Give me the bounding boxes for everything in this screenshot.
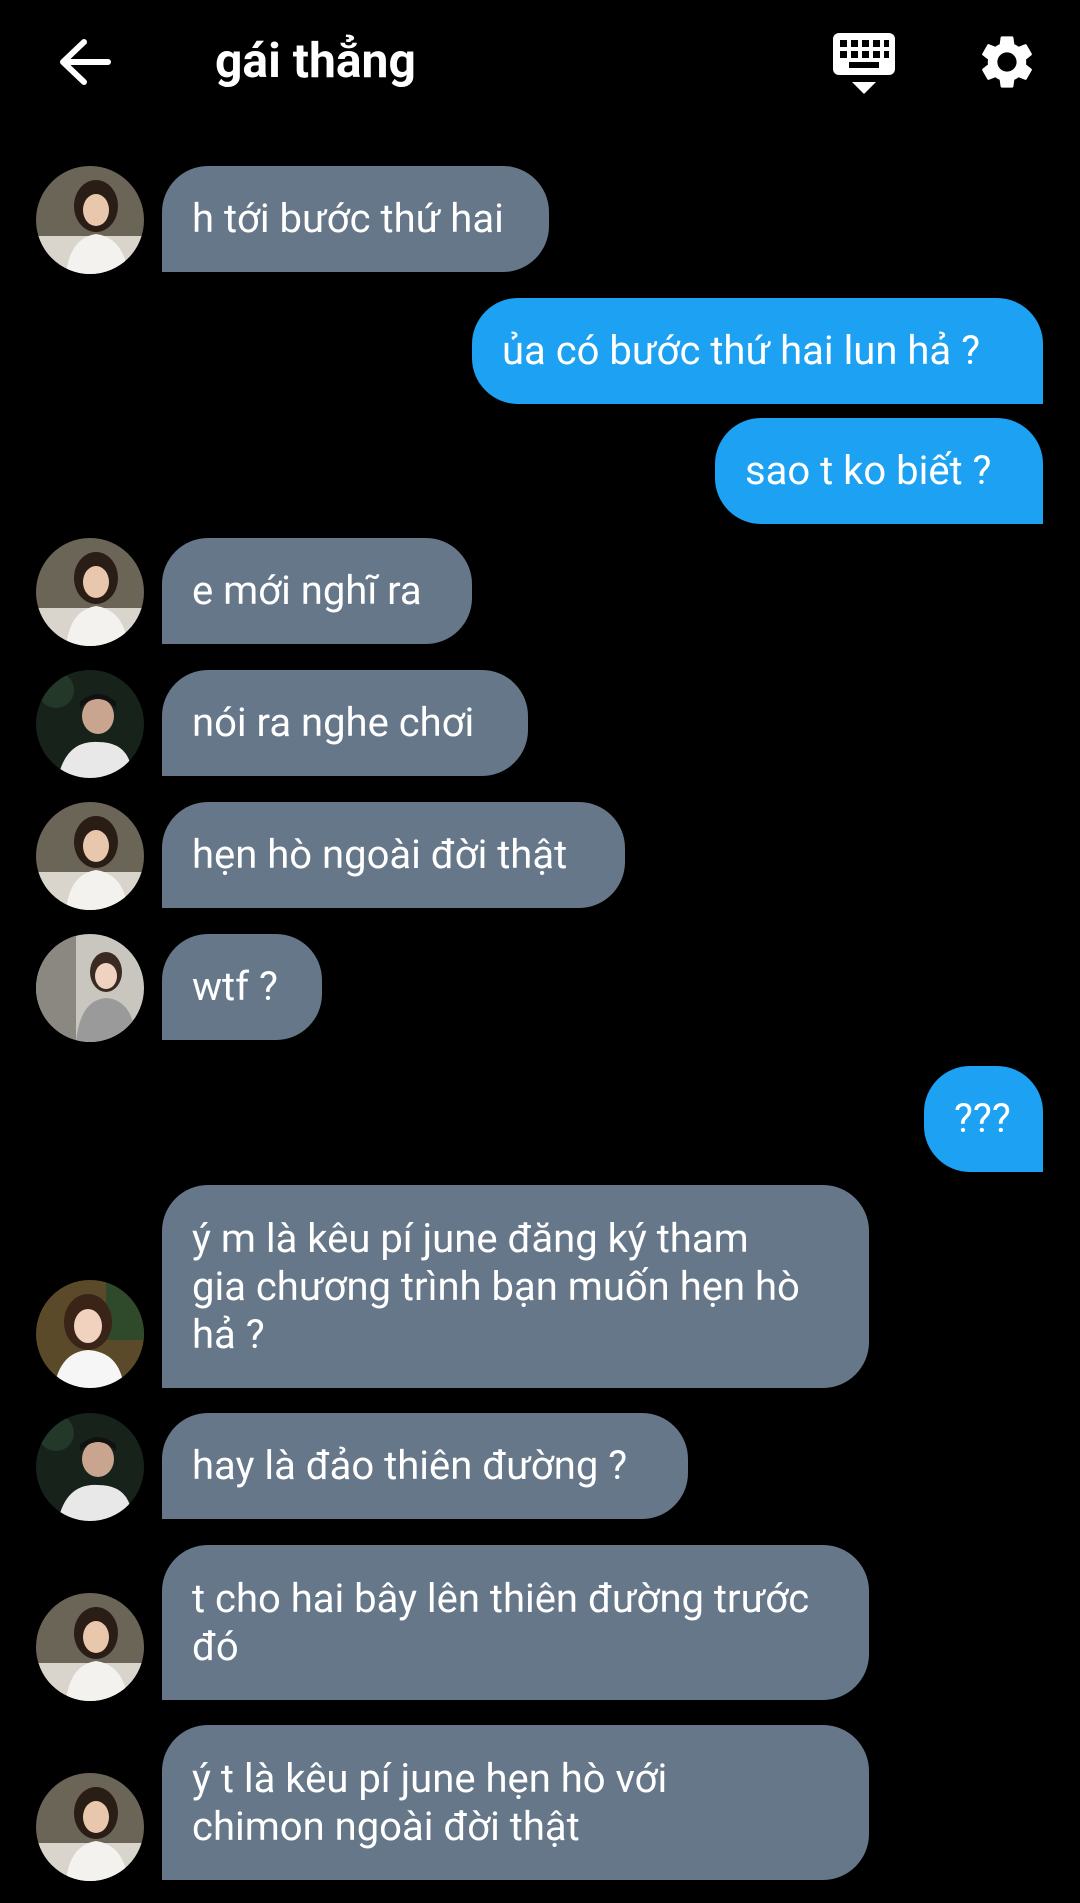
message-bubble[interactable]: ủa có bước thứ hai lun hả ? <box>472 298 1043 404</box>
message-bubble[interactable]: ??? <box>924 1066 1043 1172</box>
message-bubble[interactable]: hẹn hò ngoài đời thật <box>162 802 625 908</box>
avatar[interactable] <box>36 166 144 274</box>
avatar[interactable] <box>36 1773 144 1881</box>
message-bubble[interactable]: e mới nghĩ ra <box>162 538 472 644</box>
message-bubble[interactable]: hay là đảo thiên đường ? <box>162 1413 688 1519</box>
message-text: nói ra nghe chơi <box>192 699 475 746</box>
message-text: e mới nghĩ ra <box>192 567 422 614</box>
message-text: ý m là kêu pí june đăng ký tham gia chươ… <box>192 1214 800 1358</box>
message-bubble[interactable]: ý t là kêu pí june hẹn hò với chimon ngo… <box>162 1725 869 1880</box>
message-text: ủa có bước thứ hai lun hả ? <box>502 327 980 374</box>
avatar[interactable] <box>36 538 144 646</box>
message-text: wtf ? <box>192 963 278 1010</box>
message-bubble[interactable]: wtf ? <box>162 934 322 1040</box>
avatar[interactable] <box>36 802 144 910</box>
message-bubble[interactable]: nói ra nghe chơi <box>162 670 528 776</box>
avatar[interactable] <box>36 1593 144 1701</box>
message-bubble[interactable]: t cho hai bây lên thiên đường trước đó <box>162 1545 869 1700</box>
message-text: ý t là kêu pí june hẹn hò với chimon ngo… <box>192 1754 668 1850</box>
avatar[interactable] <box>36 934 144 1042</box>
message-bubble[interactable]: sao t ko biết ? <box>715 418 1043 524</box>
message-text: sao t ko biết ? <box>745 447 992 494</box>
message-text: ??? <box>954 1095 1011 1142</box>
message-bubble[interactable]: h tới bước thứ hai <box>162 166 549 272</box>
avatar[interactable] <box>36 1280 144 1388</box>
avatar[interactable] <box>36 1413 144 1521</box>
message-list: h tới bước thứ hai ủa có bước thứ hai lu… <box>0 0 1080 1903</box>
message-text: hẹn hò ngoài đời thật <box>192 831 568 878</box>
avatar[interactable] <box>36 670 144 778</box>
message-text: hay là đảo thiên đường ? <box>192 1442 628 1489</box>
message-bubble[interactable]: ý m là kêu pí june đăng ký tham gia chươ… <box>162 1185 869 1388</box>
message-text: t cho hai bây lên thiên đường trước đó <box>192 1574 810 1670</box>
message-text: h tới bước thứ hai <box>192 195 504 242</box>
